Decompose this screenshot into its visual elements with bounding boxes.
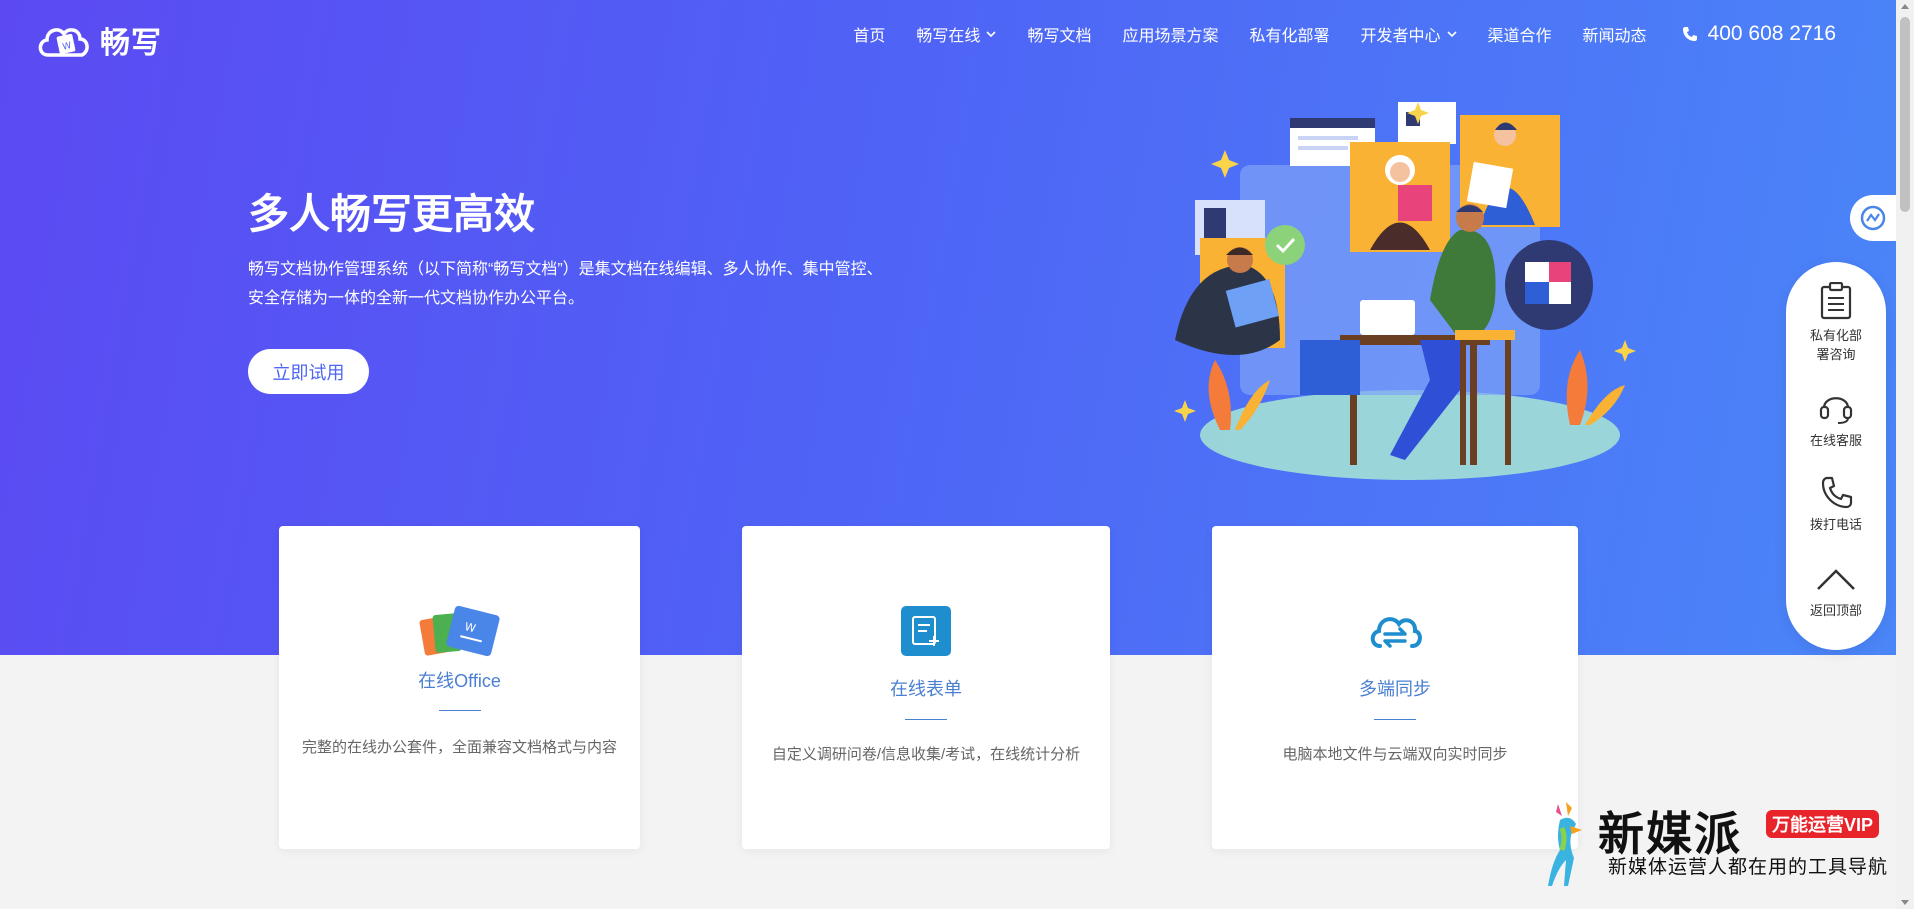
- office-files-icon: W: [419, 605, 500, 657]
- logo[interactable]: W 畅写: [36, 18, 162, 62]
- form-icon: [901, 606, 951, 656]
- logo-text: 畅写: [100, 27, 162, 60]
- phone-number[interactable]: 400 608 2716: [1682, 22, 1836, 46]
- card-title: 多端同步: [1359, 679, 1431, 699]
- nav-item-channel[interactable]: 渠道合作: [1488, 22, 1552, 46]
- try-now-button[interactable]: 立即试用: [248, 349, 369, 394]
- phone-icon: [1682, 27, 1697, 41]
- nav-label: 开发者中心: [1360, 28, 1441, 45]
- side-item-label: 在线客服: [1809, 433, 1862, 448]
- headset-icon: [1819, 397, 1853, 424]
- card-description: 电脑本地文件与云端双向实时同步: [1282, 746, 1508, 763]
- nav-label: 应用场景方案: [1122, 28, 1219, 45]
- nav-item-docs[interactable]: 畅写文档: [1027, 22, 1091, 46]
- card-description: 自定义调研问卷/信息收集/考试，在线统计分析: [771, 746, 1081, 763]
- card-divider: [438, 710, 481, 711]
- nav-item-developer[interactable]: 开发者中心: [1360, 22, 1457, 46]
- nav-label: 渠道合作: [1487, 28, 1552, 45]
- watermark: 新媒派 万能运营VIP 新媒体运营人都在用的工具导航: [1538, 798, 1898, 890]
- phone-icon: [1821, 476, 1853, 509]
- nav-label: 畅写在线: [916, 28, 981, 45]
- page-scrollbar[interactable]: [1896, 0, 1914, 909]
- nav-label: 私有化部署: [1249, 28, 1330, 45]
- clipboard-icon: [1820, 282, 1852, 320]
- nav-label: 畅写文档: [1027, 28, 1092, 45]
- watermark-badge: 万能运营VIP: [1766, 810, 1880, 838]
- side-item-label: 私有化部署咨询: [1809, 328, 1862, 362]
- nav-item-online[interactable]: 畅写在线: [916, 22, 997, 46]
- hero-title: 多人畅写更高效: [248, 191, 535, 237]
- feature-card-sync[interactable]: 多端同步 电脑本地文件与云端双向实时同步: [1212, 526, 1578, 849]
- nav-item-home[interactable]: 首页: [853, 22, 885, 46]
- scroll-down-arrow-icon[interactable]: [1901, 900, 1909, 905]
- watermark-subtitle: 新媒体运营人都在用的工具导航: [1608, 857, 1889, 878]
- chevron-up-icon: [1817, 569, 1855, 590]
- nav-item-private-deploy[interactable]: 私有化部署: [1249, 22, 1329, 46]
- deer-logo-icon: [1548, 802, 1582, 886]
- card-title: 在线Office: [418, 671, 501, 691]
- nav-label: 新闻动态: [1582, 28, 1647, 45]
- side-item-online-service[interactable]: 在线客服: [1786, 387, 1886, 450]
- nav-item-solutions[interactable]: 应用场景方案: [1122, 22, 1218, 46]
- side-item-label: 拨打电话: [1809, 517, 1862, 532]
- chevron-down-icon: [1446, 31, 1457, 38]
- main-nav: 首页 畅写在线 畅写文档 应用场景方案 私有化部署 开发者中心 渠道合作 新闻动…: [853, 22, 1836, 46]
- card-divider: [1374, 719, 1416, 720]
- brand-badge-icon: [1860, 205, 1886, 231]
- card-title: 在线表单: [890, 679, 962, 699]
- side-item-call[interactable]: 拨打电话: [1786, 475, 1886, 534]
- card-divider: [905, 719, 947, 720]
- card-description: 完整的在线办公套件，全面兼容文档格式与内容: [301, 739, 617, 756]
- hero-description: 畅写文档协作管理系统（以下简称“畅写文档”）是集文档在线编辑、多人协作、集中管控…: [248, 261, 883, 307]
- chevron-down-icon: [986, 31, 997, 38]
- side-brand-tab[interactable]: [1850, 195, 1896, 241]
- feature-card-form[interactable]: 在线表单 自定义调研问卷/信息收集/考试，在线统计分析: [742, 526, 1110, 849]
- feature-card-office[interactable]: W 在线Office 完整的在线办公套件，全面兼容文档格式与内容: [279, 526, 640, 849]
- nav-item-news[interactable]: 新闻动态: [1583, 22, 1647, 46]
- cloud-sync-icon: [1370, 617, 1422, 648]
- scroll-thumb[interactable]: [1900, 17, 1910, 212]
- collaboration-illustration: [1174, 102, 1636, 480]
- phone-text: 400 608 2716: [1707, 22, 1836, 45]
- side-item-private-consult[interactable]: 私有化部署咨询: [1786, 282, 1886, 364]
- cloud-logo-icon: W: [38, 28, 89, 57]
- side-item-label: 返回顶部: [1809, 603, 1862, 618]
- side-float-panel: 私有化部署咨询 在线客服 拨打电话 返回顶部: [1786, 262, 1886, 650]
- scroll-up-arrow-icon[interactable]: [1901, 4, 1909, 9]
- side-item-back-to-top[interactable]: 返回顶部: [1786, 565, 1886, 620]
- nav-label: 首页: [853, 28, 886, 45]
